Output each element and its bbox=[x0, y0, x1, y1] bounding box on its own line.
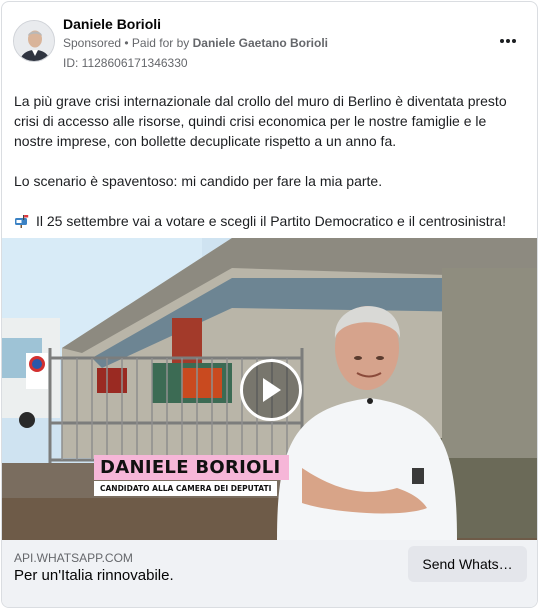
body-paragraph-1: La più grave crisi internazionale dal cr… bbox=[14, 93, 507, 149]
sponsor-line: Sponsored • Paid for by Daniele Gaetano … bbox=[63, 36, 328, 50]
avatar[interactable] bbox=[13, 20, 55, 62]
more-options-button[interactable] bbox=[494, 30, 522, 52]
body-paragraph-2: Lo scenario è spaventoso: mi candido per… bbox=[14, 173, 383, 189]
more-horizontal-icon bbox=[500, 39, 504, 43]
paid-for-prefix: • Paid for by bbox=[121, 36, 193, 50]
play-button[interactable] bbox=[240, 359, 302, 421]
ad-id: ID: 1128606171346330 bbox=[63, 56, 188, 70]
ad-header: Daniele Borioli Sponsored • Paid for by … bbox=[2, 2, 537, 82]
ad-body-text: La più grave crisi internazionale dal cr… bbox=[14, 91, 519, 231]
ad-link-footer[interactable]: API.WHATSAPP.COM Per un'Italia rinnovabi… bbox=[2, 540, 537, 607]
sponsored-label: Sponsored bbox=[63, 36, 122, 50]
link-headline: Per un'Italia rinnovabile. bbox=[14, 567, 174, 584]
page-name[interactable]: Daniele Borioli bbox=[63, 16, 161, 32]
body-paragraph-3: Il 25 settembre vai a votare e scegli il… bbox=[36, 213, 506, 229]
avatar-portrait-icon bbox=[14, 21, 54, 61]
link-domain: API.WHATSAPP.COM bbox=[14, 551, 133, 565]
video-overlay-role: CANDIDATO ALLA CAMERA DEI DEPUTATI bbox=[94, 481, 278, 496]
payer-name[interactable]: Daniele Gaetano Borioli bbox=[193, 36, 328, 50]
play-icon bbox=[263, 378, 281, 402]
mailbox-icon bbox=[15, 215, 29, 228]
video-overlay-name: DANIELE BORIOLI bbox=[94, 455, 289, 480]
ad-video[interactable]: DANIELE BORIOLI CANDIDATO ALLA CAMERA DE… bbox=[2, 238, 537, 540]
ad-card: Daniele Borioli Sponsored • Paid for by … bbox=[1, 1, 538, 608]
body-paragraph-3-row: Il 25 settembre vai a votare e scegli il… bbox=[14, 211, 519, 231]
send-whatsapp-button[interactable]: Send Whats… bbox=[408, 546, 527, 582]
